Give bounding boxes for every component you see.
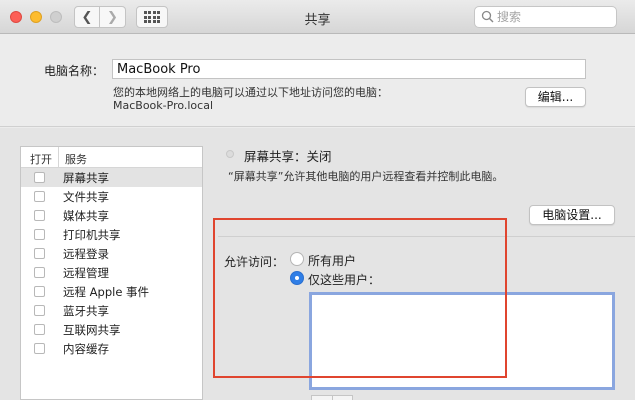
service-row[interactable]: 内容缓存: [21, 339, 202, 358]
service-label: 蓝牙共享: [63, 303, 109, 318]
service-row[interactable]: 媒体共享: [21, 206, 202, 225]
service-description: “屏幕共享”允许其他电脑的用户远程查看并控制此电脑。: [228, 170, 504, 183]
service-checkbox[interactable]: [34, 172, 45, 183]
service-label: 远程 Apple 事件: [63, 284, 150, 299]
highlight-annotation: [213, 218, 507, 378]
local-hostname: MacBook-Pro.local: [113, 99, 214, 112]
column-service: 服务: [65, 153, 87, 166]
status-indicator-icon: [226, 150, 234, 158]
service-row[interactable]: 打印机共享: [21, 225, 202, 244]
service-list[interactable]: 打开 服务 屏幕共享文件共享媒体共享打印机共享远程登录远程管理远程 Apple …: [20, 146, 203, 400]
search-input[interactable]: [497, 9, 607, 25]
service-status: 屏幕共享：关闭: [244, 149, 332, 164]
service-row[interactable]: 互联网共享: [21, 320, 202, 339]
service-label: 媒体共享: [63, 208, 109, 223]
service-row[interactable]: 蓝牙共享: [21, 301, 202, 320]
service-label: 屏幕共享: [63, 170, 109, 185]
title-bar: ❮ ❯ 共享: [0, 0, 635, 34]
service-label: 远程登录: [63, 246, 109, 261]
service-label: 文件共享: [63, 189, 109, 204]
computer-settings-button[interactable]: 电脑设置...: [529, 205, 615, 225]
service-checkbox[interactable]: [34, 248, 45, 259]
service-checkbox[interactable]: [34, 324, 45, 335]
service-checkbox[interactable]: [34, 286, 45, 297]
service-row[interactable]: 远程管理: [21, 263, 202, 282]
add-remove-user-buttons[interactable]: [311, 395, 353, 400]
service-list-header: 打开 服务: [21, 147, 202, 168]
edit-button[interactable]: 编辑...: [525, 87, 586, 107]
service-checkbox[interactable]: [34, 343, 45, 354]
search-field[interactable]: [474, 6, 617, 28]
column-on: 打开: [21, 147, 59, 167]
service-row[interactable]: 文件共享: [21, 187, 202, 206]
service-checkbox[interactable]: [34, 229, 45, 240]
service-label: 打印机共享: [63, 227, 121, 242]
service-row[interactable]: 屏幕共享: [21, 168, 202, 187]
address-description: 您的本地网络上的电脑可以通过以下地址访问您的电脑：: [113, 86, 388, 99]
service-checkbox[interactable]: [34, 305, 45, 316]
service-checkbox[interactable]: [34, 191, 45, 202]
computer-name-label: 电脑名称：: [44, 64, 105, 78]
computer-name-section: 电脑名称： 您的本地网络上的电脑可以通过以下地址访问您的电脑： MacBook-…: [0, 35, 635, 127]
service-label: 内容缓存: [63, 341, 109, 356]
search-icon: [481, 10, 494, 23]
service-label: 远程管理: [63, 265, 109, 280]
service-checkbox[interactable]: [34, 210, 45, 221]
service-checkbox[interactable]: [34, 267, 45, 278]
service-label: 互联网共享: [63, 322, 121, 337]
service-row[interactable]: 远程 Apple 事件: [21, 282, 202, 301]
computer-name-input[interactable]: [112, 59, 586, 79]
service-row[interactable]: 远程登录: [21, 244, 202, 263]
